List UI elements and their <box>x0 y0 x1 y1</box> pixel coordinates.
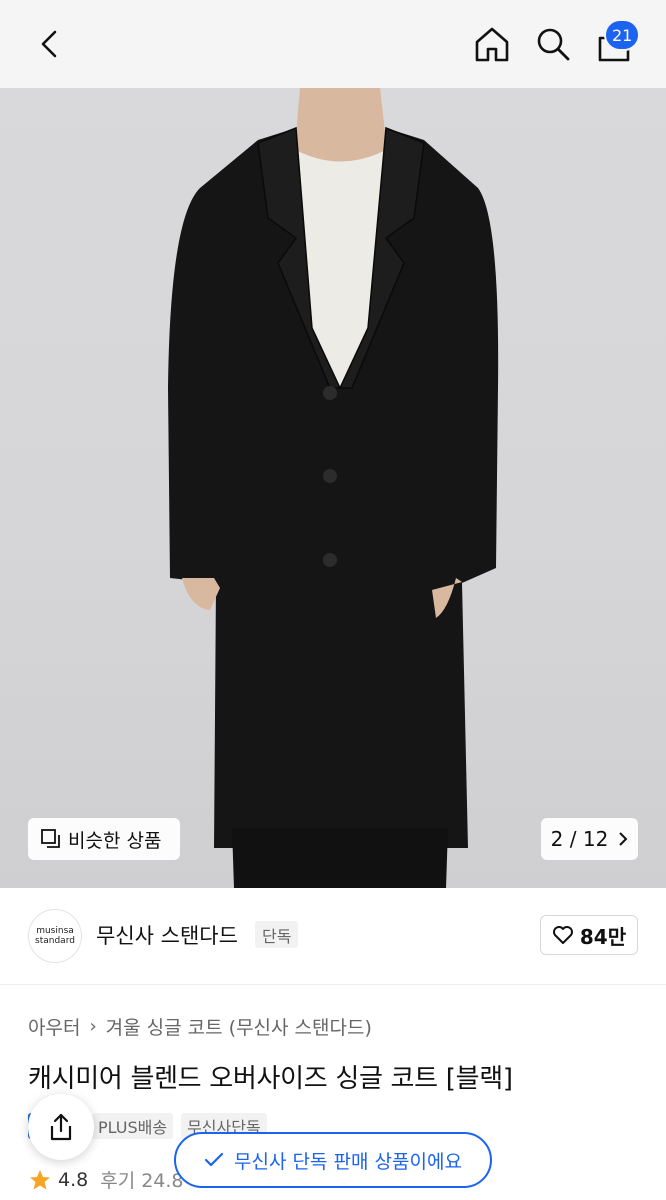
section-divider <box>0 984 666 985</box>
image-pager[interactable]: 2 / 12 <box>541 818 638 860</box>
share-button[interactable] <box>28 1094 94 1160</box>
like-button[interactable]: 84만 <box>540 915 638 955</box>
heart-icon <box>552 926 573 944</box>
like-count: 84만 <box>579 924 627 949</box>
pager-text: 2 / 12 <box>550 827 609 851</box>
review-count: 후기 24.8 <box>100 1170 184 1192</box>
brand-logo[interactable]: musinsa standard <box>28 909 82 963</box>
cart-count-badge: 21 <box>604 19 641 51</box>
toast-message: 무신사 단독 판매 상품이에요 <box>234 1150 462 1173</box>
product-image-carousel[interactable] <box>0 88 666 888</box>
brand-row: musinsa standard 무신사 스탠다드 단독 84만 <box>0 888 666 984</box>
home-button[interactable] <box>470 22 514 66</box>
check-icon <box>204 1152 224 1167</box>
breadcrumb: 아우터 › 겨울 싱글 코트 (무신사 스탠다드) <box>28 1013 372 1040</box>
chevron-right-icon <box>619 832 628 846</box>
top-navigation-bar <box>0 0 666 88</box>
rating-summary[interactable]: 4.8 후기 24.8 <box>28 1166 184 1193</box>
share-icon <box>50 1113 72 1141</box>
search-button[interactable] <box>531 22 575 66</box>
chevron-right-icon: › <box>89 1016 97 1037</box>
breadcrumb-item-subcategory[interactable]: 겨울 싱글 코트 (무신사 스탠다드) <box>106 1013 372 1040</box>
exclusive-toast: 무신사 단독 판매 상품이에요 <box>174 1132 492 1188</box>
brand-logo-line2: standard <box>35 936 75 946</box>
back-button[interactable] <box>28 22 72 66</box>
similar-products-button[interactable]: 비슷한 상품 <box>28 818 180 860</box>
rating-score: 4.8 <box>58 1168 89 1191</box>
search-icon <box>537 28 570 61</box>
similar-items-icon <box>41 829 60 848</box>
product-title: 캐시미어 블렌드 오버사이즈 싱글 코트 [블랙] <box>28 1064 513 1094</box>
similar-products-label: 비슷한 상품 <box>68 829 162 852</box>
brand-name[interactable]: 무신사 스탠다드 <box>96 920 238 950</box>
back-chevron-icon <box>41 30 57 58</box>
brand-logo-line1: musinsa <box>36 926 74 936</box>
home-icon <box>475 27 509 62</box>
plus-delivery-badge: PLUS배송 <box>92 1113 174 1139</box>
brand-exclusive-tag: 단독 <box>255 921 299 948</box>
breadcrumb-item-category[interactable]: 아우터 <box>28 1013 80 1040</box>
star-icon <box>30 1169 50 1189</box>
product-photo-coat <box>168 88 499 888</box>
